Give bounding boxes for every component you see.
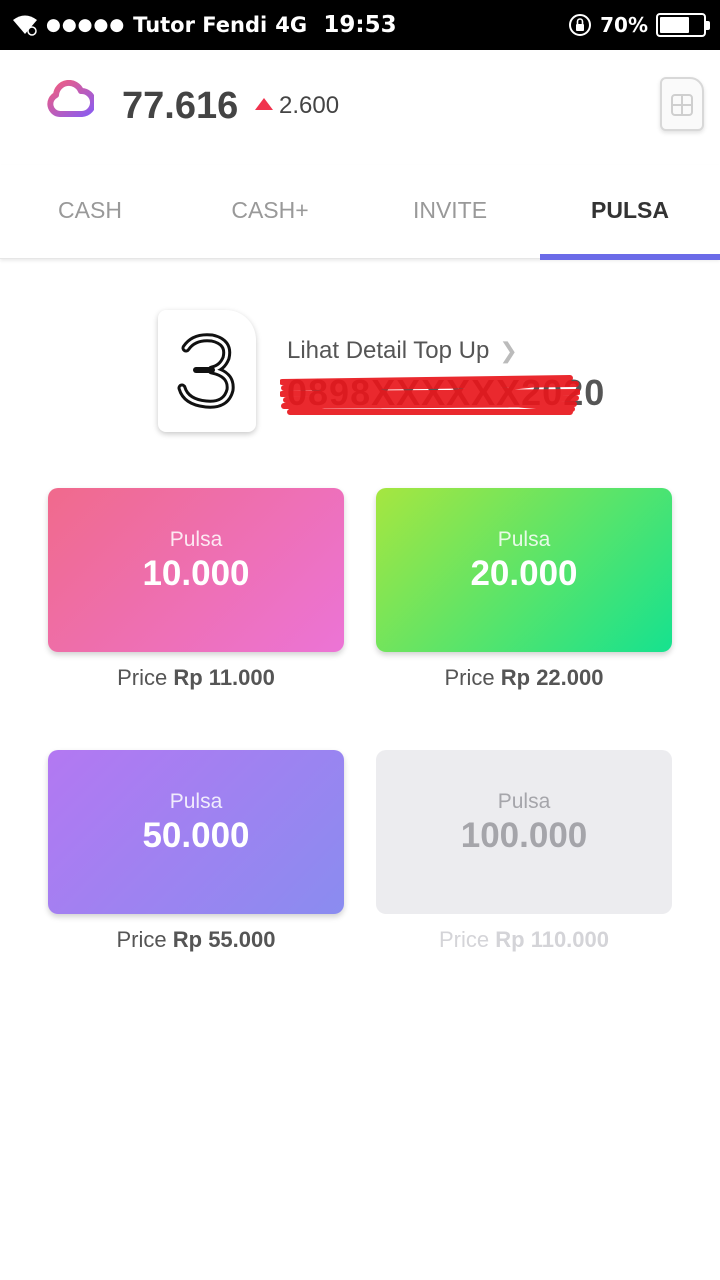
price-value: Rp 22.000 <box>500 665 604 690</box>
tile-amount: 20.000 <box>470 554 578 593</box>
price-prefix: Price <box>444 665 495 690</box>
pulsa-100000-tile-disabled: Pulsa 100.000 <box>376 750 672 914</box>
redaction-scribble <box>280 375 580 415</box>
pulsa-10000-tile[interactable]: Pulsa 10.000 <box>48 488 344 652</box>
tab-invite[interactable]: INVITE <box>360 165 540 259</box>
tile-label: Pulsa <box>169 790 223 813</box>
tile-label: Pulsa <box>497 790 551 813</box>
balance-delta: 2.600 <box>279 92 340 119</box>
tri-3-logo <box>177 333 235 409</box>
tab-bar: CASH CASH+ INVITE PULSA <box>0 165 720 260</box>
sim-card-icon <box>671 94 693 116</box>
top-up-detail-link[interactable]: Lihat Detail Top Up ❯ <box>287 337 518 365</box>
price-prefix: Price <box>439 927 490 952</box>
tile-amount: 50.000 <box>142 816 250 855</box>
status-bar: ●●●●● Tutor Fendi 4G 19:53 70% <box>0 0 720 50</box>
chevron-right-icon: ❯ <box>499 338 518 363</box>
tab-pulsa[interactable]: PULSA <box>540 165 720 260</box>
price-100000: Price Rp 110.000 <box>376 927 672 953</box>
battery-level <box>660 17 689 33</box>
battery-icon <box>656 13 710 37</box>
price-20000: Price Rp 22.000 <box>376 665 672 691</box>
tile-amount: 100.000 <box>460 816 588 855</box>
tile-label: Pulsa <box>169 528 223 551</box>
price-value: Rp 11.000 <box>173 665 275 690</box>
rotation-lock-icon <box>569 14 592 36</box>
top-up-detail-label: Lihat Detail Top Up <box>287 337 490 364</box>
price-10000: Price Rp 11.000 <box>48 665 344 691</box>
price-prefix: Price <box>117 665 168 690</box>
sim-card-button[interactable] <box>660 77 704 131</box>
tab-cash[interactable]: CASH <box>0 165 180 259</box>
operator-sim-card <box>158 310 256 432</box>
pulsa-50000-tile[interactable]: Pulsa 50.000 <box>48 750 344 914</box>
price-value: Rp 55.000 <box>172 927 276 952</box>
cloud-pin-logo <box>47 80 94 133</box>
status-right: 70% <box>568 0 710 50</box>
balance-value: 77.616 <box>122 85 239 127</box>
tab-cash-plus[interactable]: CASH+ <box>180 165 360 259</box>
up-arrow-icon <box>255 98 273 110</box>
battery-percent: 70% <box>600 13 648 37</box>
pulsa-20000-tile[interactable]: Pulsa 20.000 <box>376 488 672 652</box>
price-prefix: Price <box>116 927 167 952</box>
app-header: 77.616 2.600 <box>0 50 720 165</box>
tile-amount: 10.000 <box>142 554 250 593</box>
price-50000: Price Rp 55.000 <box>48 927 344 953</box>
tile-label: Pulsa <box>497 528 551 551</box>
price-value: Rp 110.000 <box>495 927 609 952</box>
